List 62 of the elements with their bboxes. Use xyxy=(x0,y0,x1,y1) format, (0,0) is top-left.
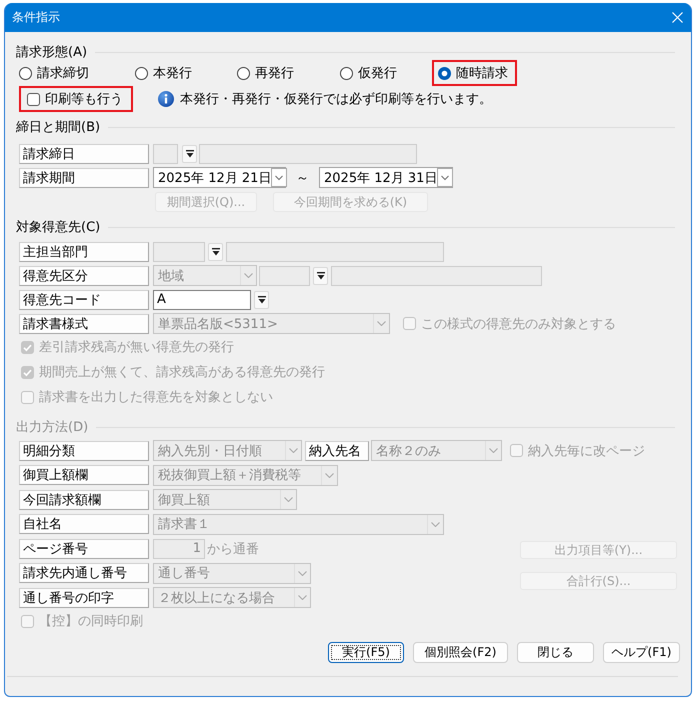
lookup-button[interactable] xyxy=(313,266,328,284)
section-title: 請求形態(A) xyxy=(16,44,88,61)
lookup-button[interactable] xyxy=(208,242,223,260)
down-triangle-icon xyxy=(212,248,220,256)
window-title: 条件指示 xyxy=(12,9,60,26)
radio-button[interactable] xyxy=(438,66,451,80)
down-triangle-icon xyxy=(258,296,266,304)
field-label: 自社名 xyxy=(19,514,149,534)
suffix-text: から通番 xyxy=(207,540,259,558)
chevron-down-icon xyxy=(489,448,498,453)
chevron-down-icon xyxy=(284,497,293,502)
radio-button[interactable] xyxy=(340,66,353,80)
radio-button[interactable] xyxy=(135,66,148,80)
field-label: 御買上額欄 xyxy=(19,465,149,485)
field-label: 今回請求額欄 xyxy=(19,490,149,510)
down-triangle-icon xyxy=(316,272,324,280)
lookup-button[interactable] xyxy=(182,144,197,162)
radio-label[interactable]: 随時請求 xyxy=(456,64,508,82)
dropdown[interactable]: 2025年 12月 21日 xyxy=(153,167,286,188)
section-title: 締日と期間(B) xyxy=(16,119,100,136)
chevron-down-icon xyxy=(431,522,440,526)
field-label: 明細分類 xyxy=(19,440,149,460)
radio-button[interactable] xyxy=(237,66,250,80)
chevron-down-icon[interactable] xyxy=(271,168,288,187)
dialog-button[interactable]: ヘルプ(F1) xyxy=(603,642,680,663)
field-label: 通し番号の印字 xyxy=(19,588,149,608)
lookup-button[interactable] xyxy=(254,290,269,308)
field-label: 請求期間 xyxy=(19,168,149,188)
dropdown[interactable]: 2025年 12月 31日 xyxy=(319,167,453,188)
dialog-button[interactable]: 個別照会(F2) xyxy=(413,642,508,663)
checkbox[interactable] xyxy=(27,92,40,106)
field-label: 納入先名 xyxy=(305,440,369,460)
dialog-button[interactable]: 閉じる xyxy=(517,642,594,663)
field-label: 請求先内通し番号 xyxy=(19,563,149,583)
chevron-down-icon xyxy=(325,472,334,478)
chevron-down-icon xyxy=(298,570,307,576)
section-title: 出力方法(D) xyxy=(16,419,88,436)
chevron-down-icon xyxy=(298,595,307,600)
radio-label[interactable]: 再発行 xyxy=(255,64,294,82)
radio-label[interactable]: 仮発行 xyxy=(358,64,397,82)
range-separator: ～ xyxy=(296,170,309,186)
chevron-down-icon xyxy=(377,321,386,326)
dialog-button[interactable]: 実行(F5) xyxy=(328,642,404,663)
radio-label[interactable]: 本発行 xyxy=(153,64,192,82)
notice-text: 本発行・再発行・仮発行では必ず印刷等を行います。 xyxy=(180,91,492,108)
down-triangle-icon xyxy=(186,150,194,158)
field-label: 得意先区分 xyxy=(19,266,149,286)
checkbox-label[interactable]: 印刷等も行う xyxy=(45,90,123,108)
chevron-down-icon[interactable] xyxy=(437,168,454,187)
chevron-down-icon xyxy=(244,273,253,278)
field-label: ページ番号 xyxy=(19,538,149,558)
radio-button[interactable] xyxy=(19,66,32,80)
radio-label[interactable]: 請求締切 xyxy=(37,64,89,82)
chevron-down-icon xyxy=(289,448,298,453)
section-title: 対象得意先(C) xyxy=(16,219,100,236)
close-icon xyxy=(672,12,682,23)
field-label: 請求締日 xyxy=(19,144,149,164)
field-label: 請求書様式 xyxy=(19,314,149,334)
field-label: 主担当部門 xyxy=(19,242,149,262)
field-label: 得意先コード xyxy=(19,290,149,310)
info-icon xyxy=(158,91,174,107)
input-field[interactable]: A xyxy=(153,290,251,310)
